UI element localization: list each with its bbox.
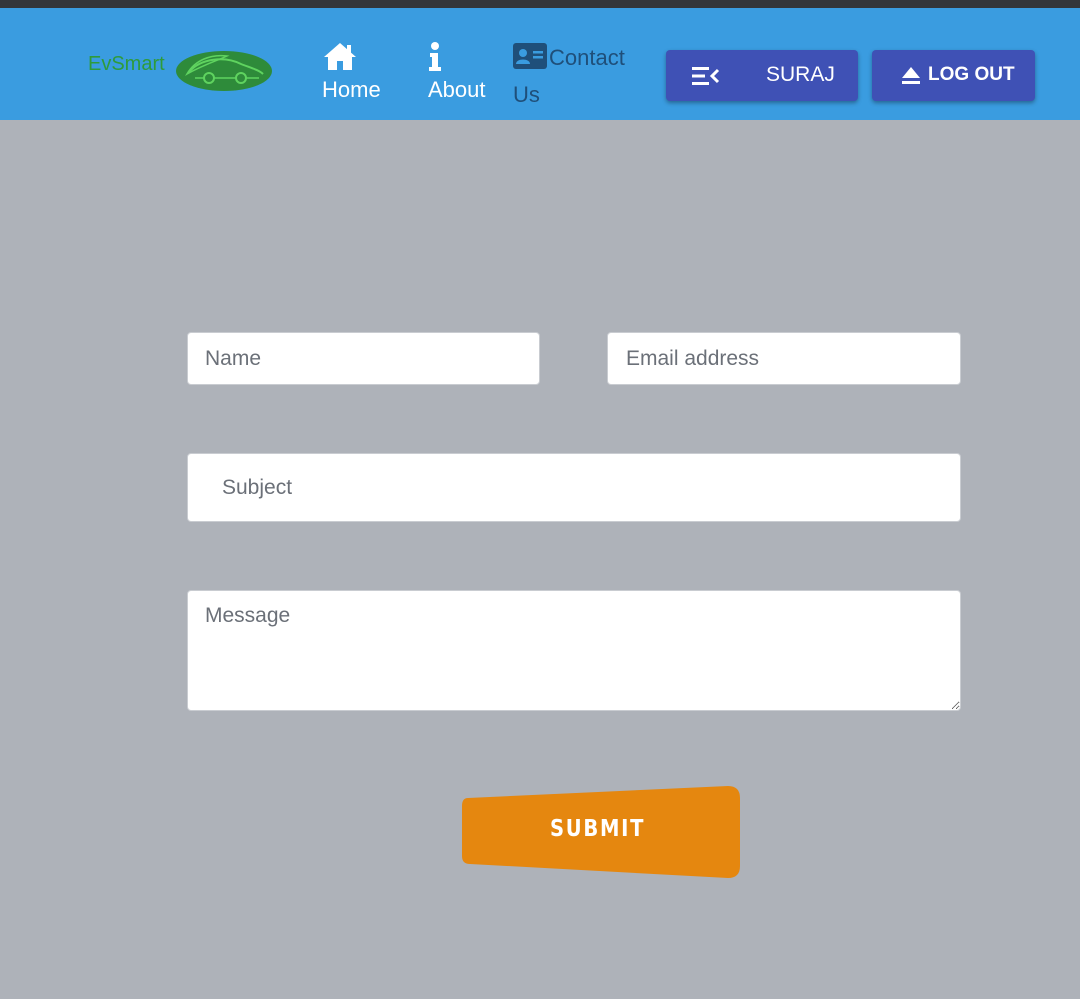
nav-home-link[interactable]: Home xyxy=(322,41,381,106)
contact-card-icon xyxy=(513,43,547,78)
car-leaf-logo-icon xyxy=(175,50,273,97)
navbar: EvSmart Home About Contact Us SURAJ LOG … xyxy=(0,8,1080,120)
user-name: SURAJ xyxy=(766,63,835,86)
brand-name: EvSmart xyxy=(88,53,165,75)
user-menu-button[interactable]: SURAJ xyxy=(666,50,858,101)
submit-label: SUBMIT xyxy=(550,816,646,842)
nav-about-label: About xyxy=(428,77,486,102)
logout-label: LOG OUT xyxy=(928,64,1015,85)
name-input[interactable] xyxy=(187,332,540,385)
nav-contact-link[interactable]: Contact Us xyxy=(513,41,638,111)
nav-about-link[interactable]: About xyxy=(428,41,486,106)
nav-home-label: Home xyxy=(322,77,381,102)
message-textarea[interactable] xyxy=(187,590,961,711)
info-icon xyxy=(428,41,486,73)
menu-collapse-icon xyxy=(692,66,720,92)
email-input[interactable] xyxy=(607,332,961,385)
submit-button[interactable]: SUBMIT xyxy=(460,784,742,880)
home-icon xyxy=(322,41,381,73)
eject-icon xyxy=(901,65,921,91)
brand[interactable]: EvSmart xyxy=(88,51,272,91)
window-top-strip xyxy=(0,0,1080,8)
logout-button[interactable]: LOG OUT xyxy=(872,50,1035,101)
subject-input[interactable] xyxy=(187,453,961,522)
